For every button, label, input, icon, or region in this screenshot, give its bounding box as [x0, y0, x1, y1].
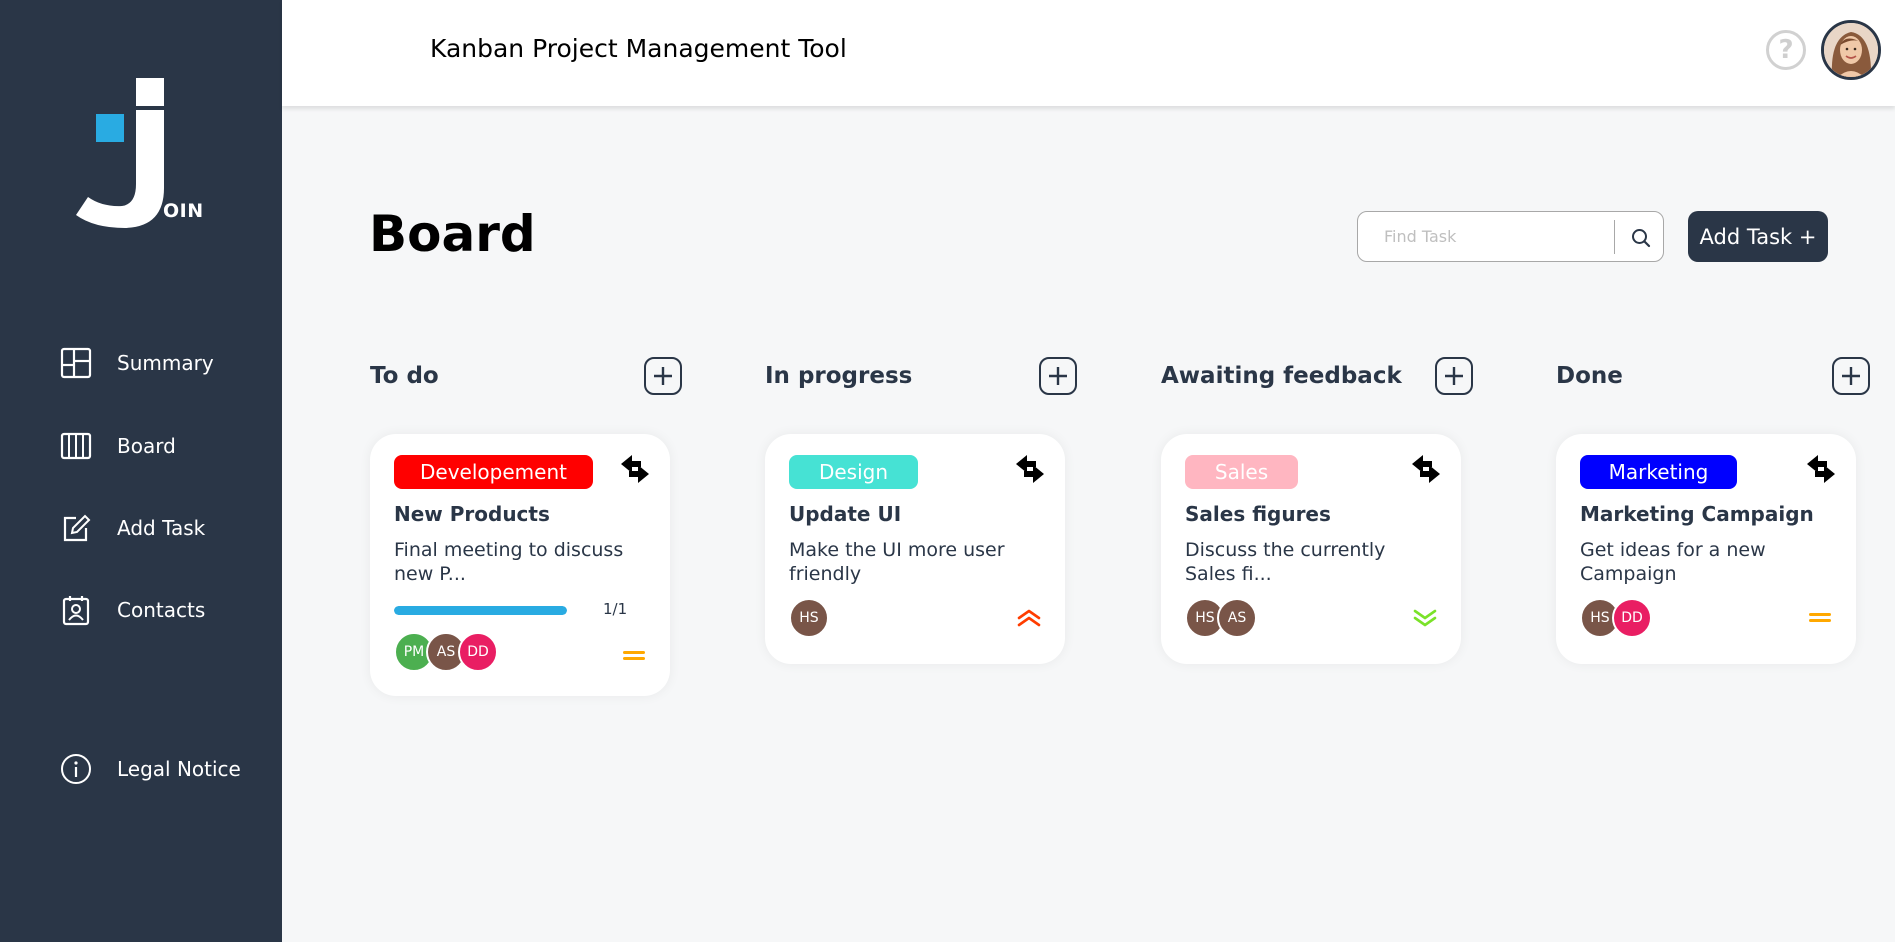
page-title: Board	[369, 205, 536, 263]
plus-icon	[1842, 367, 1860, 385]
sidebar-item-label: Legal Notice	[117, 757, 241, 781]
column-title-done: Done	[1556, 363, 1623, 389]
search-divider	[1614, 220, 1615, 254]
task-card[interactable]: Marketing Marketing Campaign Get ideas f…	[1556, 434, 1856, 664]
user-photo-icon	[1824, 23, 1878, 77]
subtask-progress-label: 1/1	[603, 600, 628, 618]
add-to-in-progress-button[interactable]	[1039, 357, 1077, 395]
assignee-list: HS DD	[1580, 598, 1652, 638]
priority-urgent-icon	[1017, 609, 1041, 627]
search-box	[1357, 211, 1664, 262]
assignee-list: PM AS DD	[394, 632, 498, 672]
add-to-done-button[interactable]	[1832, 357, 1870, 395]
move-arrows-icon[interactable]	[618, 452, 652, 486]
progress-fill	[394, 606, 567, 615]
sidebar-item-summary[interactable]: Summary	[60, 345, 214, 381]
task-title: Marketing Campaign	[1580, 502, 1814, 526]
column-title-todo: To do	[370, 363, 439, 389]
category-tag: Developement	[394, 455, 593, 489]
priority-medium-icon	[1809, 613, 1831, 622]
board-icon	[60, 430, 92, 462]
logo-j-shape	[76, 110, 164, 228]
assignee-avatar: HS	[789, 598, 829, 638]
plus-icon	[1445, 367, 1463, 385]
task-title: Update UI	[789, 502, 902, 526]
move-arrows-icon[interactable]	[1409, 452, 1443, 486]
search-input[interactable]	[1384, 227, 1604, 246]
column-title-awaiting-feedback: Awaiting feedback	[1161, 363, 1402, 389]
sidebar-item-board[interactable]: Board	[60, 428, 176, 464]
add-task-icon	[60, 512, 92, 544]
category-tag: Design	[789, 455, 918, 489]
task-description: Discuss the currently Sales fi...	[1185, 539, 1386, 585]
assignee-avatar: DD	[458, 632, 498, 672]
top-header: Kanban Project Management Tool ?	[282, 0, 1895, 106]
priority-low-icon	[1413, 609, 1437, 627]
join-logo[interactable]: OIN	[74, 76, 209, 228]
plus-icon	[1049, 367, 1067, 385]
add-to-awaiting-feedback-button[interactable]	[1435, 357, 1473, 395]
summary-icon	[60, 347, 92, 379]
task-description: Final meeting to discuss new P...	[394, 539, 624, 585]
task-description: Make the UI more user friendly	[789, 539, 1005, 585]
search-icon[interactable]	[1628, 225, 1654, 251]
add-task-button[interactable]: Add Task +	[1688, 211, 1828, 262]
plus-icon	[654, 367, 672, 385]
task-card[interactable]: Design Update UI Make the UI more user f…	[765, 434, 1065, 664]
sidebar-item-contacts[interactable]: Contacts	[60, 592, 205, 628]
sidebar-item-label: Board	[117, 434, 176, 458]
category-tag: Marketing	[1580, 455, 1737, 489]
task-title: New Products	[394, 502, 550, 526]
category-tag: Sales	[1185, 455, 1298, 489]
sidebar-item-add-task[interactable]: Add Task	[60, 510, 205, 546]
sidebar-item-label: Summary	[117, 351, 214, 375]
user-avatar[interactable]	[1821, 20, 1881, 80]
sidebar: OIN Summary Board Add Task Contacts Lega…	[0, 0, 282, 942]
logo-square-white	[136, 78, 164, 106]
task-title: Sales figures	[1185, 502, 1331, 526]
priority-medium-icon	[623, 651, 645, 660]
info-icon	[60, 753, 92, 785]
move-arrows-icon[interactable]	[1013, 452, 1047, 486]
help-icon[interactable]: ?	[1766, 30, 1806, 70]
subtask-progress-bar	[394, 606, 567, 615]
app-title: Kanban Project Management Tool	[430, 34, 847, 63]
contacts-icon	[60, 594, 92, 626]
logo-text: OIN	[163, 200, 204, 222]
sidebar-item-label: Contacts	[117, 598, 206, 622]
move-arrows-icon[interactable]	[1804, 452, 1838, 486]
add-to-todo-button[interactable]	[644, 357, 682, 395]
task-card[interactable]: Developement New Products Final meeting …	[370, 434, 670, 696]
assignee-list: HS AS	[1185, 598, 1257, 638]
task-card[interactable]: Sales Sales figures Discuss the currentl…	[1161, 434, 1461, 664]
assignee-list: HS	[789, 598, 829, 638]
sidebar-item-label: Add Task	[117, 516, 206, 540]
task-description: Get ideas for a new Campaign	[1580, 539, 1766, 585]
sidebar-item-legal-notice[interactable]: Legal Notice	[60, 751, 241, 787]
assignee-avatar: DD	[1612, 598, 1652, 638]
assignee-avatar: AS	[1217, 598, 1257, 638]
column-title-in-progress: In progress	[765, 363, 913, 389]
